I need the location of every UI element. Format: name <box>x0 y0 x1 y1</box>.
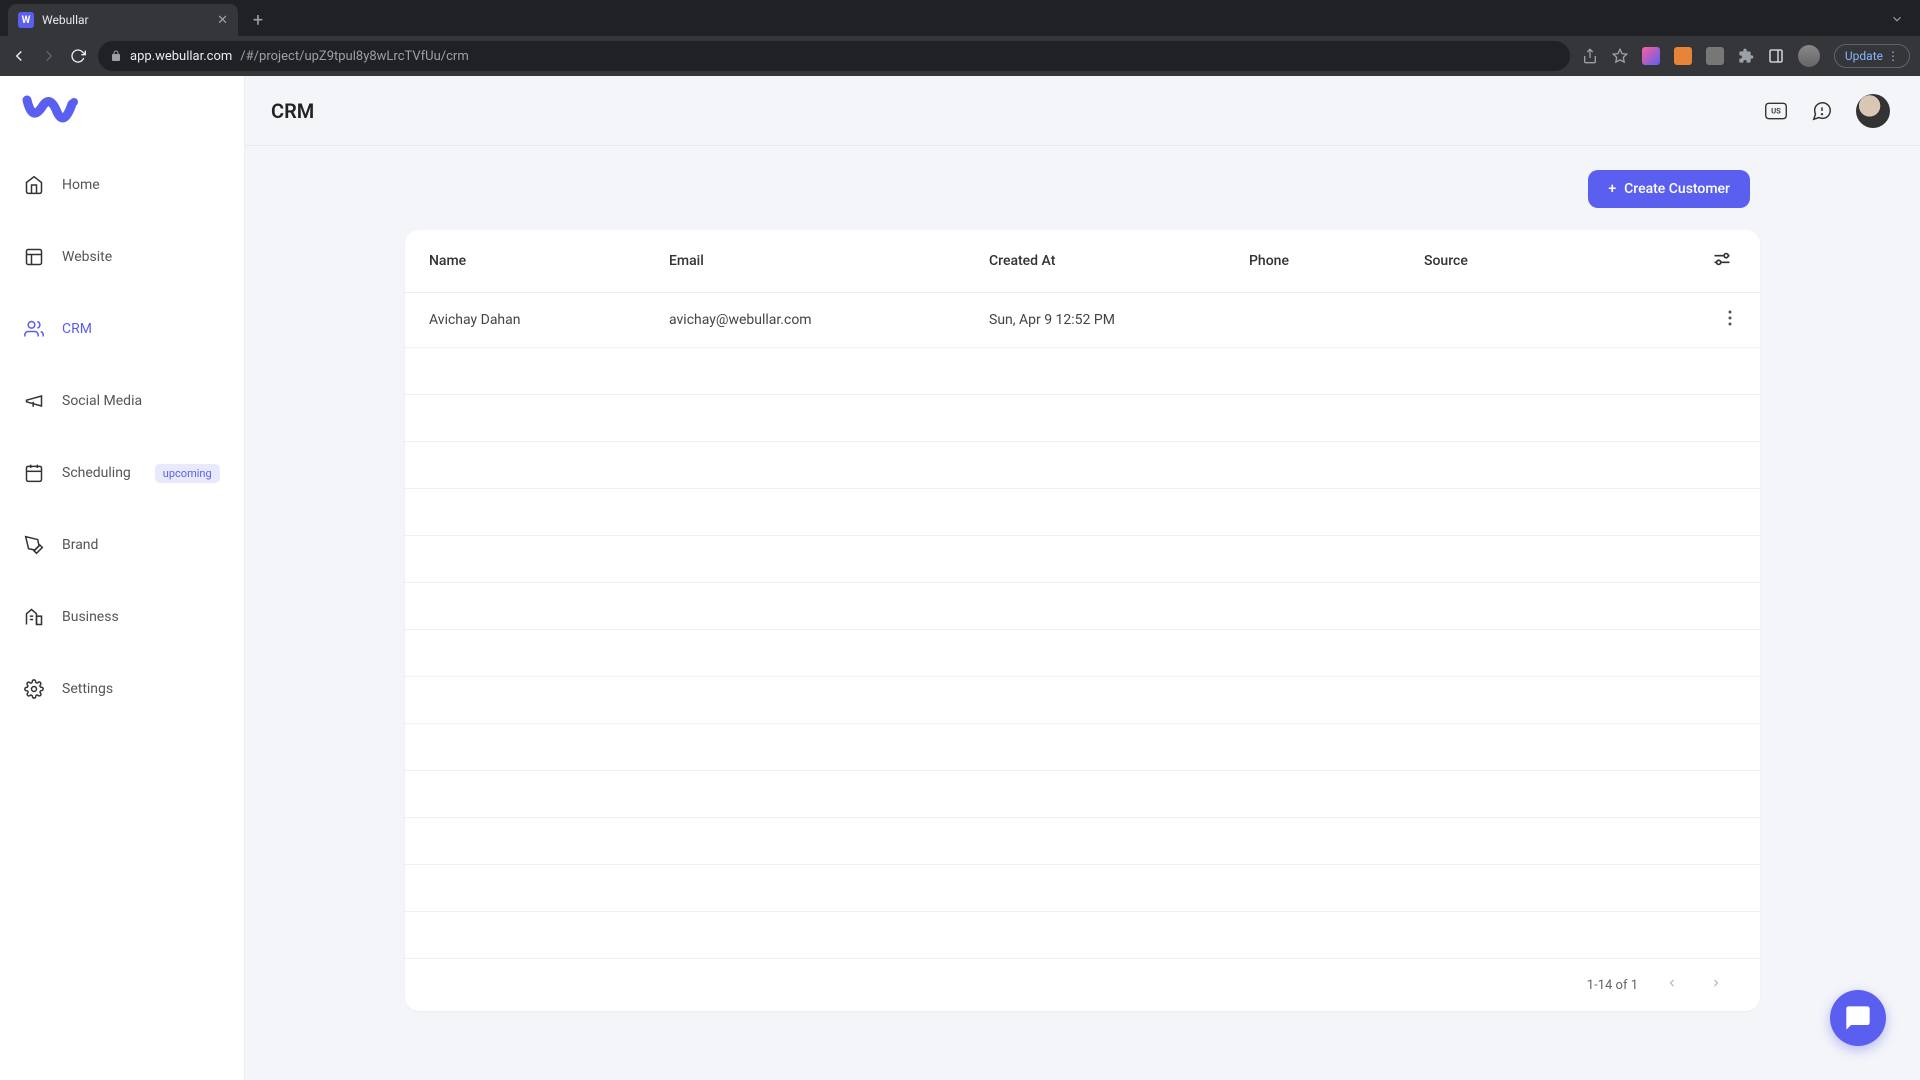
scheduling-icon <box>24 463 44 483</box>
settings-icon <box>24 679 44 699</box>
column-phone[interactable]: Phone <box>1249 253 1424 269</box>
update-button[interactable]: Update ⋮ <box>1834 44 1910 68</box>
table-row-empty <box>405 818 1760 865</box>
header: CRM US <box>245 76 1920 146</box>
table-row-empty <box>405 677 1760 724</box>
row-actions-button[interactable] <box>1724 306 1736 334</box>
back-button[interactable] <box>10 47 28 65</box>
home-icon <box>24 175 44 195</box>
cell-created: Sun, Apr 9 12:52 PM <box>989 312 1249 328</box>
language-icon[interactable]: US <box>1764 99 1788 123</box>
browser-chrome: W Webullar ✕ + app.webullar.com /#/projec… <box>0 0 1920 76</box>
column-name[interactable]: Name <box>429 253 669 269</box>
table-row-empty <box>405 395 1760 442</box>
sidebar-item-label: Scheduling <box>62 465 131 481</box>
table-row-empty <box>405 348 1760 395</box>
forward-button[interactable] <box>40 47 58 65</box>
create-label: Create Customer <box>1624 181 1730 197</box>
pagination-text: 1-14 of 1 <box>1587 978 1638 993</box>
sidebar-item-home[interactable]: Home <box>0 158 244 212</box>
share-icon[interactable] <box>1582 48 1598 64</box>
crm-icon <box>24 319 44 339</box>
nav-bar: app.webullar.com /#/project/upZ9tpul8y8wL… <box>0 36 1920 76</box>
svg-text:US: US <box>1771 106 1781 115</box>
create-customer-button[interactable]: + Create Customer <box>1588 170 1750 208</box>
table-row-empty <box>405 442 1760 489</box>
sidebar-item-scheduling[interactable]: Scheduling upcoming <box>0 446 244 500</box>
plus-icon: + <box>1608 181 1616 197</box>
sidebar-item-website[interactable]: Website <box>0 230 244 284</box>
feedback-icon[interactable] <box>1810 99 1834 123</box>
url-host: app.webullar.com <box>130 49 232 64</box>
sidebar-item-label: Website <box>62 249 112 265</box>
column-email[interactable]: Email <box>669 253 989 269</box>
avatar[interactable] <box>1856 94 1890 128</box>
sidebar-item-social-media[interactable]: Social Media <box>0 374 244 428</box>
table-row-empty <box>405 771 1760 818</box>
column-created[interactable]: Created At <box>989 253 1249 269</box>
vertical-dots-icon: ⋮ <box>1887 49 1899 63</box>
website-icon <box>24 247 44 267</box>
sidebar-item-label: Social Media <box>62 393 142 409</box>
url-bar[interactable]: app.webullar.com /#/project/upZ9tpul8y8wL… <box>98 41 1570 71</box>
customer-table: Name Email Created At Phone Source Avich… <box>405 230 1760 1011</box>
sidebar-item-label: CRM <box>62 321 92 337</box>
app: Home Website CRM Social Media Scheduling upco… <box>0 76 1920 1080</box>
table-row-empty <box>405 630 1760 677</box>
extension-icon[interactable] <box>1674 47 1692 65</box>
browser-tab[interactable]: W Webullar ✕ <box>8 4 238 36</box>
next-page-button[interactable] <box>1706 973 1726 997</box>
close-icon[interactable]: ✕ <box>217 13 228 28</box>
favicon-icon: W <box>18 12 34 28</box>
new-tab-button[interactable]: + <box>244 6 272 34</box>
table-row-empty <box>405 865 1760 912</box>
table-row-empty <box>405 536 1760 583</box>
url-path: /#/project/upZ9tpul8y8wLrcTVfUu/crm <box>240 49 468 64</box>
chevron-down-icon[interactable] <box>1890 11 1904 30</box>
sidebar-item-label: Business <box>62 609 119 625</box>
brand-icon <box>24 535 44 555</box>
profile-icon[interactable] <box>1798 45 1820 67</box>
sidebar-item-brand[interactable]: Brand <box>0 518 244 572</box>
prev-page-button[interactable] <box>1662 973 1682 997</box>
table-row-empty <box>405 912 1760 959</box>
business-icon <box>24 607 44 627</box>
cell-name: Avichay Dahan <box>429 312 669 328</box>
extension-icon[interactable] <box>1706 47 1724 65</box>
table-row-empty <box>405 583 1760 630</box>
sidebar-item-label: Home <box>62 177 100 193</box>
sidebar-item-label: Brand <box>62 537 98 553</box>
update-label: Update <box>1845 49 1883 63</box>
pagination: 1-14 of 1 <box>405 959 1760 1011</box>
tab-title: Webullar <box>42 13 209 27</box>
main: CRM US + Create Customer Name <box>245 76 1920 1080</box>
extension-icon[interactable] <box>1642 47 1660 65</box>
star-icon[interactable] <box>1612 48 1628 64</box>
page-title: CRM <box>271 99 314 123</box>
filter-icon[interactable] <box>1708 246 1736 276</box>
upcoming-badge: upcoming <box>155 464 220 483</box>
table-row-empty <box>405 724 1760 771</box>
content: + Create Customer Name Email Created At … <box>245 146 1920 1080</box>
lock-icon <box>110 47 122 66</box>
social-media-icon <box>24 391 44 411</box>
sidebar-item-crm[interactable]: CRM <box>0 302 244 356</box>
sidebar-item-label: Settings <box>62 681 113 697</box>
nav-right: Update ⋮ <box>1582 44 1910 68</box>
extensions-icon[interactable] <box>1738 48 1754 64</box>
sidebar-item-settings[interactable]: Settings <box>0 662 244 716</box>
panel-icon[interactable] <box>1768 48 1784 64</box>
cell-email: avichay@webullar.com <box>669 312 989 328</box>
column-source[interactable]: Source <box>1424 253 1624 269</box>
toolbar: + Create Customer <box>275 170 1890 208</box>
sidebar-item-business[interactable]: Business <box>0 590 244 644</box>
table-row-empty <box>405 489 1760 536</box>
table-header: Name Email Created At Phone Source <box>405 230 1760 293</box>
table-row[interactable]: Avichay Dahanavichay@webullar.comSun, Ap… <box>405 293 1760 348</box>
tab-bar: W Webullar ✕ + <box>0 0 1920 36</box>
webullar-logo[interactable] <box>22 92 82 132</box>
reload-button[interactable] <box>70 48 86 64</box>
chat-bubble-button[interactable] <box>1830 990 1886 1046</box>
sidebar: Home Website CRM Social Media Scheduling upco… <box>0 76 245 1080</box>
